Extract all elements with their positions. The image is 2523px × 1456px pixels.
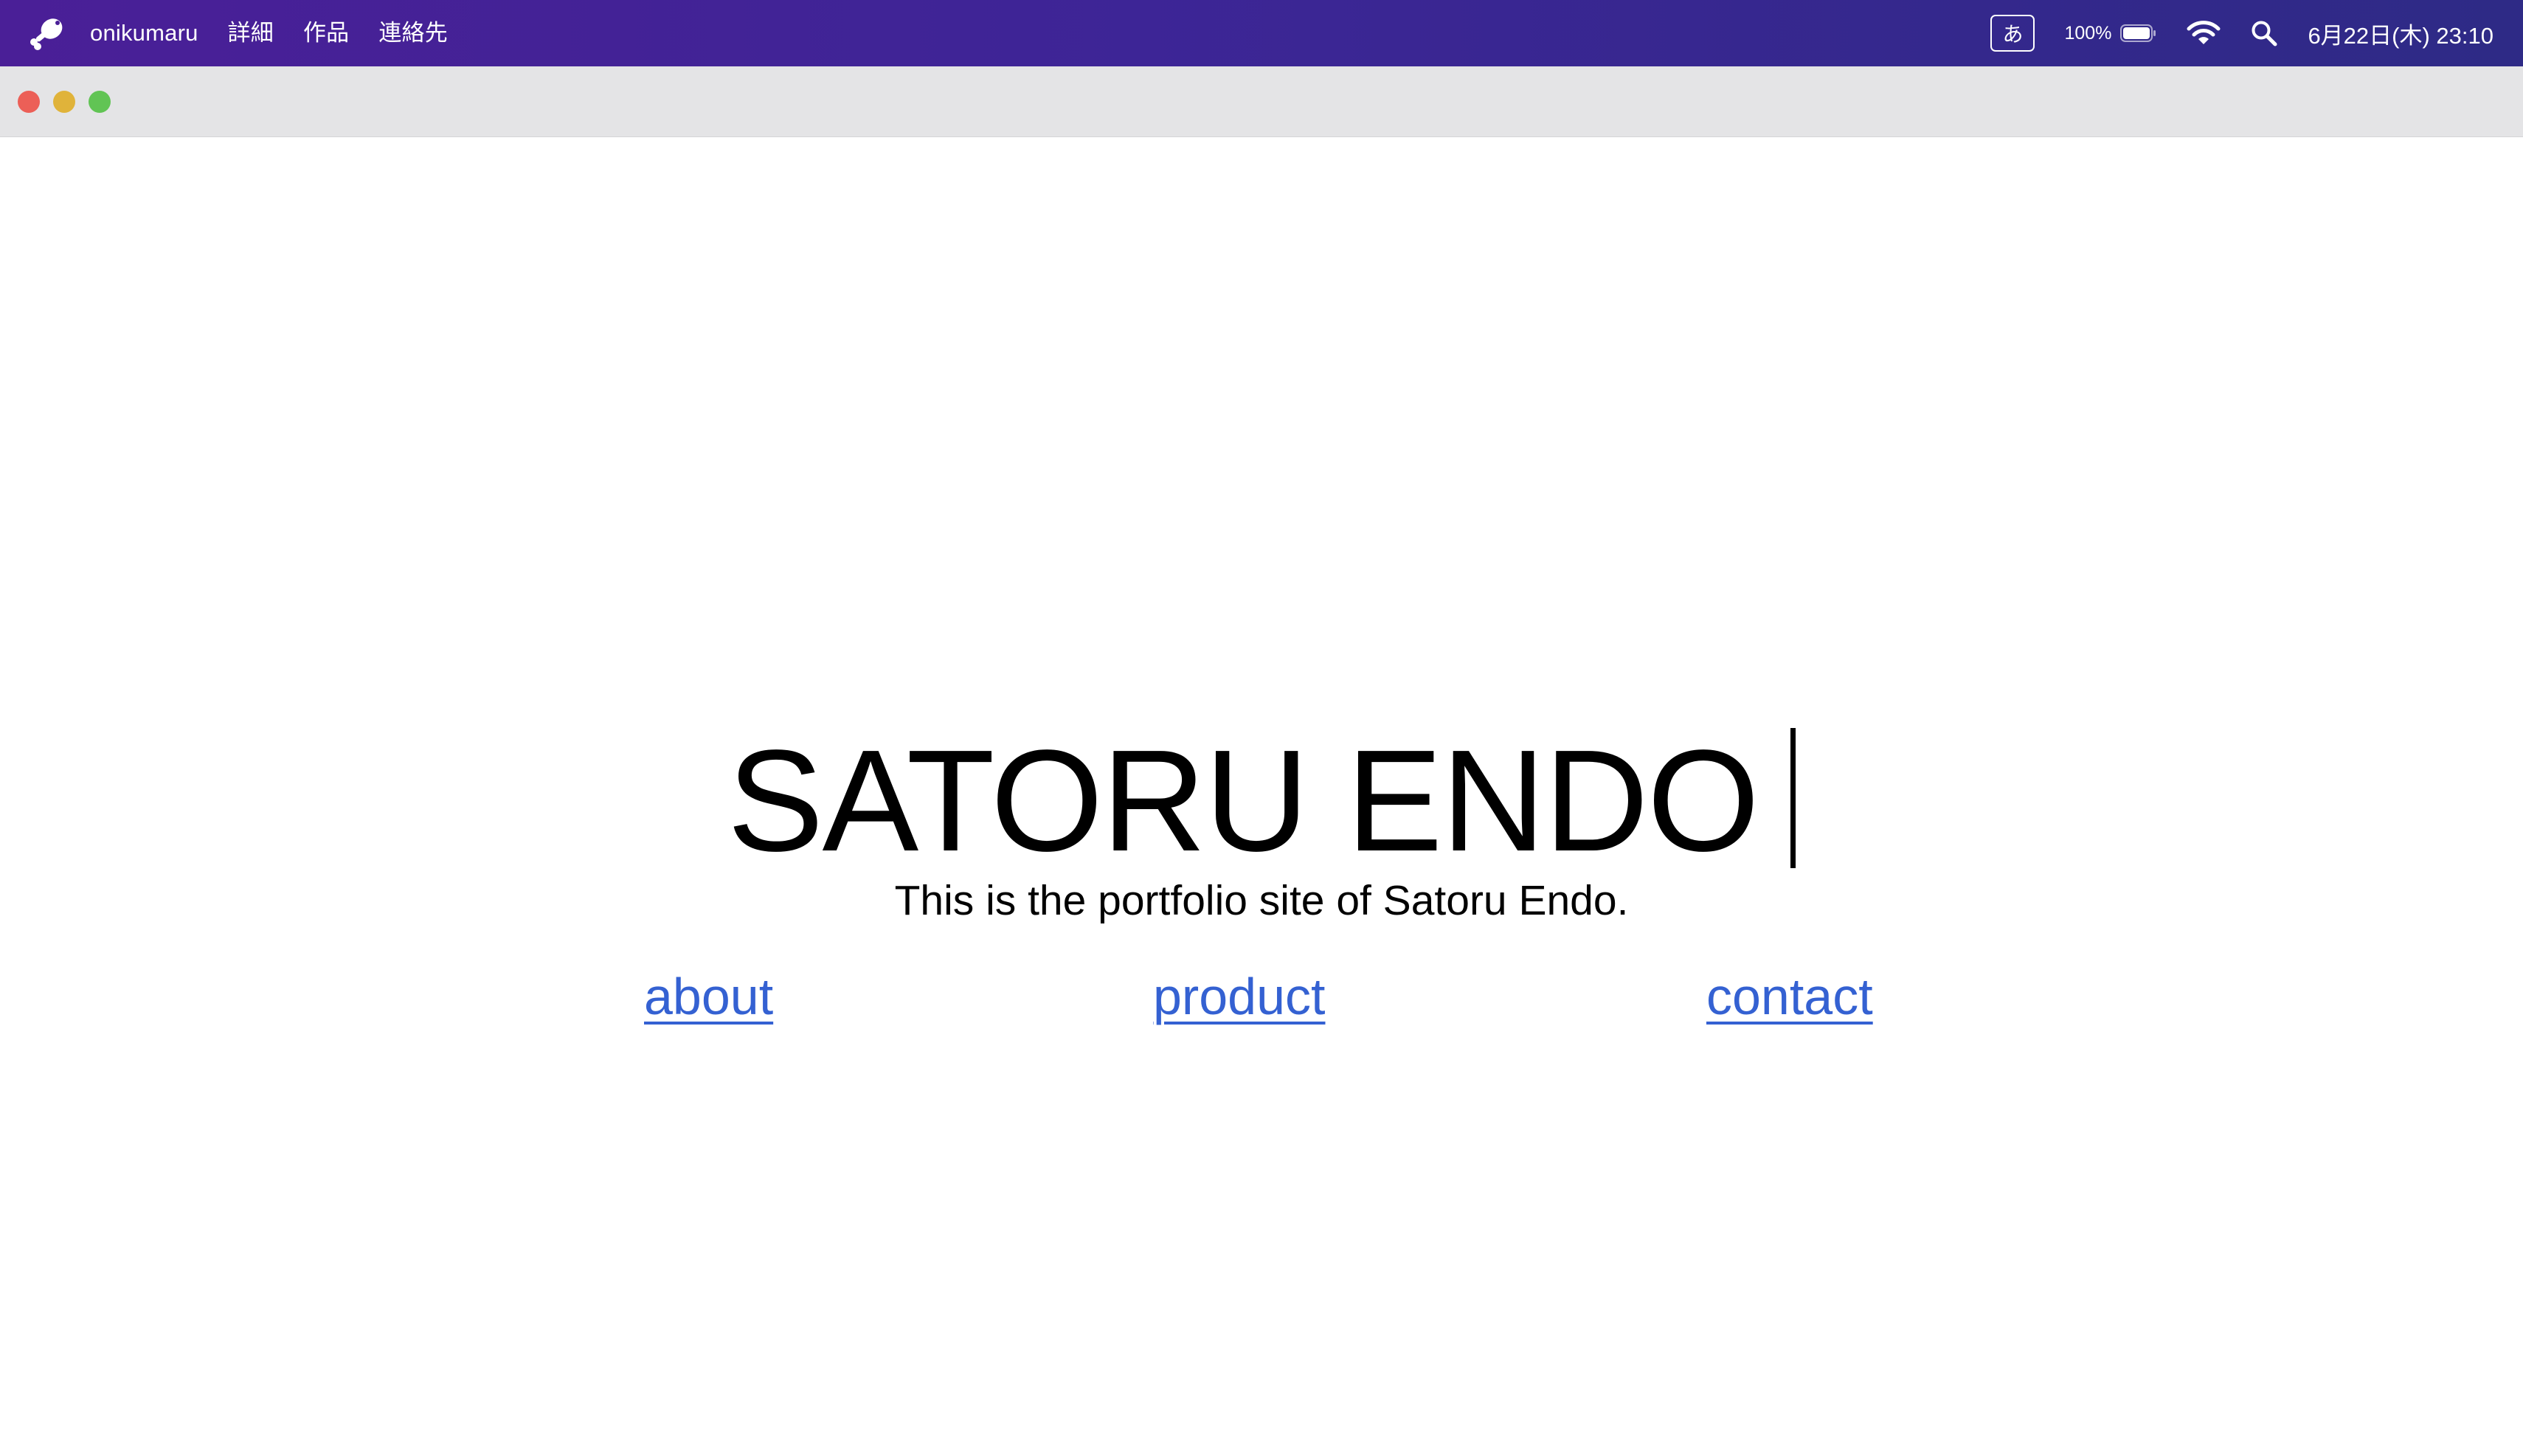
chicken-leg-icon[interactable] — [27, 13, 68, 54]
typing-cursor — [1790, 728, 1796, 868]
menu-item-details[interactable]: 詳細 — [228, 0, 274, 66]
window-close-button[interactable] — [18, 90, 40, 113]
hero-heading: SATORU ENDO — [0, 727, 2523, 875]
battery-percentage: 100% — [2064, 22, 2112, 44]
page-content: SATORU ENDO This is the portfolio site o… — [0, 137, 2523, 1456]
nav-link-about[interactable]: about — [644, 967, 773, 1026]
app-window: SATORU ENDO This is the portfolio site o… — [0, 66, 2523, 1456]
window-title-bar — [0, 66, 2523, 137]
input-method-icon[interactable]: あ — [1990, 15, 2035, 52]
battery-icon[interactable] — [2120, 24, 2157, 43]
search-icon[interactable] — [2250, 19, 2278, 47]
menu-item-contact[interactable]: 連絡先 — [378, 0, 448, 66]
window-zoom-button[interactable] — [89, 90, 111, 113]
nav-link-contact[interactable]: contact — [1706, 967, 1873, 1026]
page-title: SATORU ENDO — [727, 720, 1759, 881]
wifi-icon[interactable] — [2187, 21, 2221, 46]
menu-item-works[interactable]: 作品 — [303, 0, 349, 66]
nav-link-product[interactable]: product — [1153, 967, 1325, 1026]
menu-bar-clock[interactable]: 6月22日(木) 23:10 — [2308, 17, 2493, 50]
window-minimize-button[interactable] — [53, 90, 75, 113]
menu-bar-status-area: あ 100% 6月22日(木) 23:10 — [1990, 0, 2493, 66]
menu-item-app-name[interactable]: onikumaru — [90, 0, 198, 66]
menu-bar: onikumaru 詳細 作品 連絡先 あ 100% 6月22日(木) 23:1… — [0, 0, 2523, 66]
page-subtitle: This is the portfolio site of Satoru End… — [894, 877, 1629, 924]
menu-bar-left: onikumaru 詳細 作品 連絡先 — [0, 0, 477, 66]
